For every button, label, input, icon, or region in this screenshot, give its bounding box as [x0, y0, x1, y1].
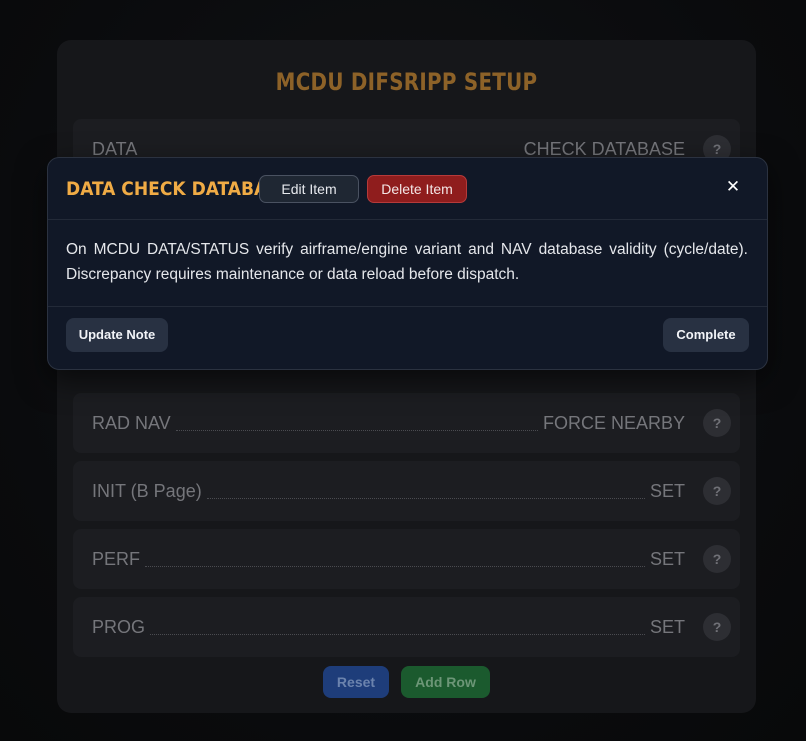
row-label: RAD NAV	[92, 413, 171, 433]
complete-button[interactable]: Complete	[663, 318, 749, 352]
modal-title: DATA CHECK DATABASE	[66, 178, 292, 200]
page: MCDU DIFSRIPP SETUP DATA CHECK DATABASE …	[0, 0, 806, 741]
delete-item-button[interactable]: Delete Item	[367, 175, 467, 203]
row-value: SET	[649, 617, 685, 637]
row-dot-leader	[207, 498, 645, 499]
row-value: SET	[649, 481, 685, 501]
checklist-row-rad-nav[interactable]: RAD NAV FORCE NEARBY ?	[73, 393, 740, 453]
help-icon[interactable]: ?	[703, 545, 731, 573]
row-label: PERF	[92, 549, 141, 569]
row-dot-leader	[150, 634, 645, 635]
row-label: INIT (B Page)	[92, 481, 202, 501]
checklist-title: MCDU DIFSRIPP SETUP	[275, 68, 538, 96]
item-detail-modal: DATA CHECK DATABASE Edit Item Delete Ite…	[47, 157, 768, 370]
row-dot-leader	[176, 430, 538, 431]
checklist-card: MCDU DIFSRIPP SETUP DATA CHECK DATABASE …	[57, 40, 756, 713]
help-icon[interactable]: ?	[703, 409, 731, 437]
row-dot-leader	[145, 566, 645, 567]
modal-footer: Update Note Complete	[48, 306, 767, 369]
row-value: SET	[649, 549, 685, 569]
checklist-row-init[interactable]: INIT (B Page) SET ?	[73, 461, 740, 521]
help-icon[interactable]: ?	[703, 477, 731, 505]
checklist-row-prog[interactable]: PROG SET ?	[73, 597, 740, 657]
checklist-row-perf[interactable]: PERF SET ?	[73, 529, 740, 589]
row-value: FORCE NEARBY	[542, 413, 685, 433]
edit-item-button[interactable]: Edit Item	[259, 175, 359, 203]
update-note-button[interactable]: Update Note	[66, 318, 168, 352]
add-row-button[interactable]: Add Row	[401, 666, 490, 698]
help-icon[interactable]: ?	[703, 613, 731, 641]
modal-note-text: On MCDU DATA/STATUS verify airframe/engi…	[66, 241, 748, 283]
close-icon[interactable]: ✕	[723, 177, 743, 197]
row-label: PROG	[92, 617, 146, 637]
modal-header: DATA CHECK DATABASE Edit Item Delete Ite…	[48, 158, 767, 220]
reset-button[interactable]: Reset	[323, 666, 389, 698]
